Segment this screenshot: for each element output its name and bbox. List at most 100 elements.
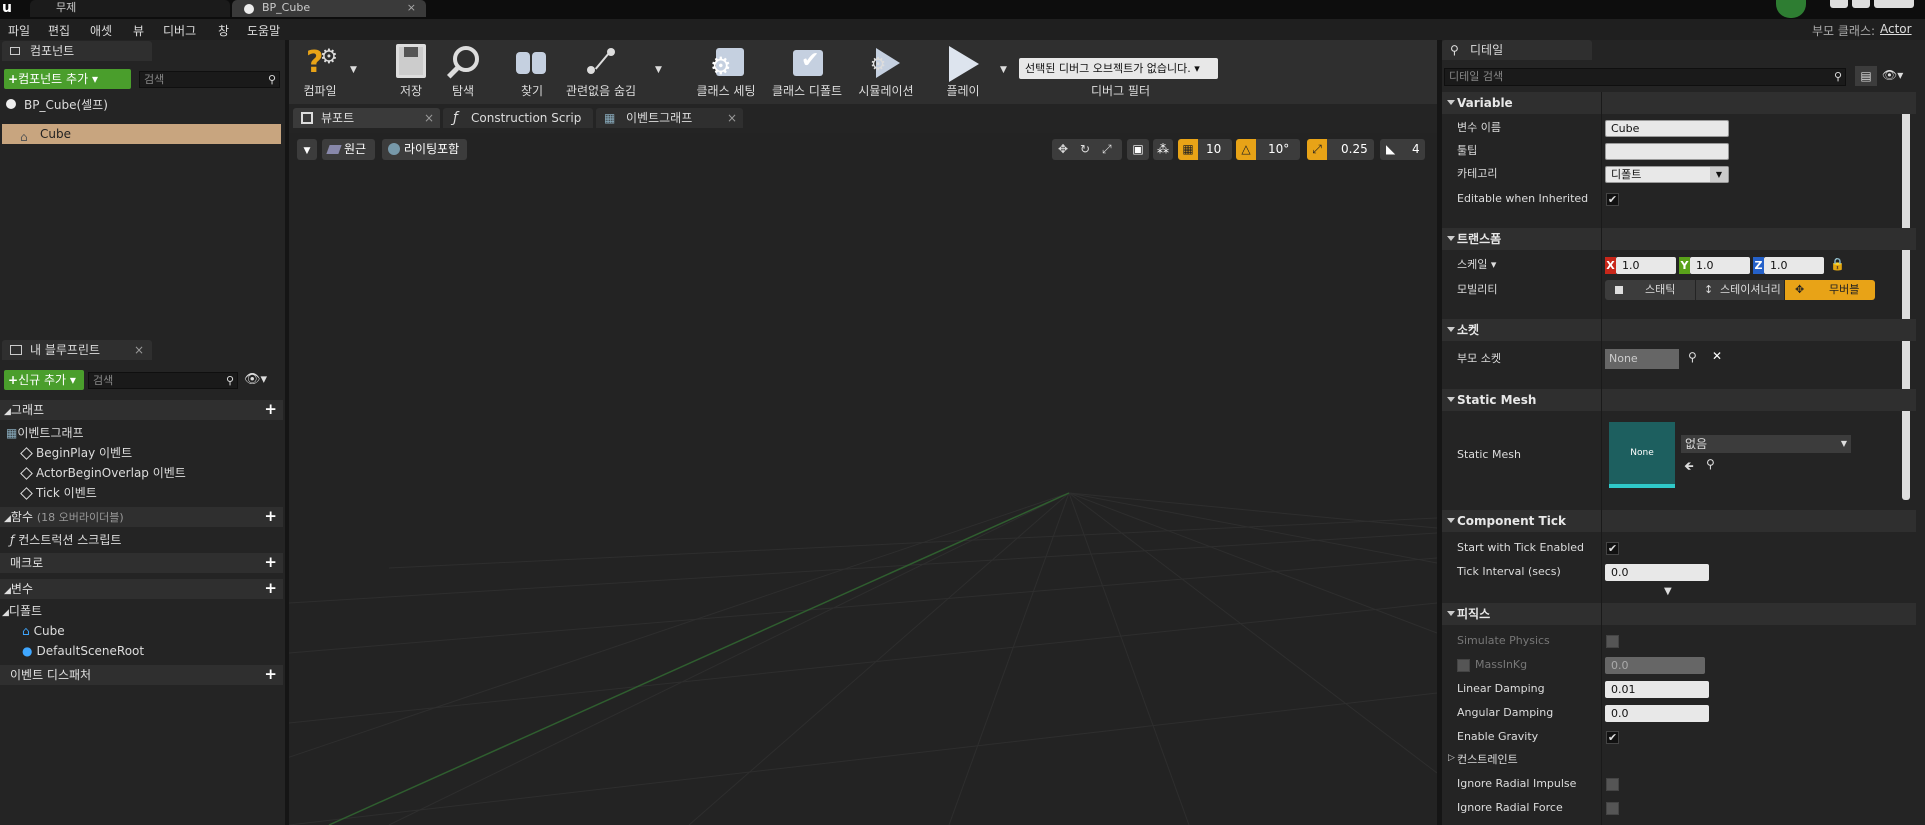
parent-socket-field[interactable]: None — [1605, 349, 1679, 369]
rotation-snap-value[interactable]: 10° — [1268, 139, 1289, 160]
search-socket-icon[interactable]: ⚲ — [1688, 350, 1697, 364]
component-item-cube[interactable]: ⌂ Cube — [2, 124, 281, 144]
browse-button[interactable]: 탐색 — [443, 44, 483, 99]
section-sockets[interactable]: 소켓 — [1442, 319, 1916, 341]
close-tab-icon[interactable]: × — [727, 108, 737, 128]
simulate-physics-checkbox[interactable] — [1606, 635, 1619, 648]
rotation-snap-icon[interactable]: △ — [1236, 139, 1256, 160]
section-functions[interactable]: ◢함수 (18 오버라이더블) + — [0, 507, 283, 527]
tab-untitled[interactable]: 무제 — [30, 0, 230, 17]
tab-event-graph[interactable]: ▦ 이벤트그래프 × — [596, 108, 743, 128]
tab-construction-script[interactable]: ƒ Construction Scrip — [443, 108, 593, 128]
play-options-dropdown[interactable]: ▼ — [1000, 65, 1007, 75]
viewport[interactable] — [289, 133, 1437, 825]
use-selected-icon[interactable]: 🡸 — [1684, 457, 1694, 478]
section-transform[interactable]: 트랜스폼 — [1442, 228, 1916, 250]
menu-help[interactable]: 도움말 — [247, 22, 280, 39]
compile-button[interactable]: ? ⚙ 컴파일 — [295, 44, 345, 99]
scale-icon[interactable]: ⤢ — [1102, 139, 1112, 160]
add-function-icon[interactable]: + — [264, 509, 277, 524]
scale-y-input[interactable]: 1.0 — [1690, 257, 1750, 274]
rotation-snap-group[interactable]: △ 10° — [1236, 139, 1300, 160]
hide-unrelated-button[interactable]: 관련없음 숨김 — [565, 44, 637, 99]
component-search-input[interactable]: 검색 ⚲ — [139, 71, 280, 88]
close-tab-icon[interactable]: × — [424, 108, 434, 128]
view-options-icon[interactable]: 👁▾ — [1882, 68, 1903, 82]
minimize-icon[interactable] — [1830, 0, 1848, 8]
section-physics[interactable]: 피직스 — [1442, 603, 1916, 625]
enable-gravity-checkbox[interactable]: ✔ — [1606, 731, 1619, 744]
category-dropdown[interactable]: 디폴트 ▼ — [1605, 166, 1729, 183]
menu-view[interactable]: 뷰 — [133, 22, 144, 39]
save-button[interactable]: 저장 — [393, 44, 429, 99]
angular-damping-input[interactable]: 0.0 — [1605, 705, 1709, 722]
debug-object-dropdown[interactable]: 선택된 디버그 오브젝트가 없습니다. ▾ — [1019, 58, 1218, 79]
scale-z-input[interactable]: 1.0 — [1764, 257, 1824, 274]
scale-snap-icon[interactable]: ⤢ — [1307, 139, 1327, 160]
component-root[interactable]: BP_Cube(셀프) — [6, 96, 108, 114]
menu-debug[interactable]: 디버그 — [163, 22, 196, 39]
section-component-tick[interactable]: Component Tick — [1442, 510, 1916, 532]
view-options-icon[interactable]: 👁▾ — [244, 372, 267, 387]
world-local-toggle[interactable]: ▣ — [1127, 139, 1149, 160]
class-settings-button[interactable]: ⚙ 클래스 세팅 — [693, 44, 759, 99]
add-macro-icon[interactable]: + — [264, 555, 277, 570]
section-event-dispatchers[interactable]: 이벤트 디스패처 + — [0, 665, 283, 685]
ignore-radial-impulse-checkbox[interactable] — [1606, 778, 1619, 791]
class-defaults-button[interactable]: ✔ 클래스 디폴트 — [769, 44, 845, 99]
grid-snap-icon[interactable]: ▦ — [1178, 139, 1198, 160]
event-graph-item[interactable]: ▦이벤트그래프 — [6, 424, 84, 442]
section-graphs[interactable]: ◢그래프 + — [0, 400, 283, 420]
ignore-radial-force-checkbox[interactable] — [1606, 802, 1619, 815]
mass-override-checkbox[interactable] — [1457, 659, 1470, 672]
source-control-icon[interactable] — [1776, 0, 1806, 18]
details-search-input[interactable]: 디테일 검색 ⚲ — [1444, 68, 1846, 86]
add-variable-icon[interactable]: + — [264, 581, 277, 596]
event-beginplay[interactable]: BeginPlay 이벤트 — [20, 444, 132, 462]
surface-snap-toggle[interactable]: ⁂ — [1153, 139, 1173, 160]
compile-options-dropdown[interactable]: ▼ — [350, 65, 357, 75]
scale-x-input[interactable]: 1.0 — [1616, 257, 1676, 274]
variable-cube[interactable]: ⌂ Cube — [22, 622, 65, 640]
variable-name-input[interactable]: Cube — [1605, 120, 1729, 137]
menu-edit[interactable]: 편집 — [48, 22, 70, 39]
tab-viewport[interactable]: 뷰포트 × — [293, 108, 440, 128]
tab-components[interactable]: 컴포넌트 — [2, 41, 152, 61]
advanced-expand-icon[interactable]: ▼ — [1664, 586, 1672, 597]
view-mode-button[interactable]: 라이팅포함 — [382, 139, 467, 160]
mobility-stationary-button[interactable]: ↕ 스테이셔너리 — [1696, 280, 1784, 300]
details-column-divider[interactable] — [1601, 92, 1602, 825]
menu-asset[interactable]: 애셋 — [90, 22, 112, 39]
event-actorbeginoverlap[interactable]: ActorBeginOverlap 이벤트 — [20, 464, 186, 482]
start-with-tick-checkbox[interactable]: ✔ — [1606, 542, 1619, 555]
section-variable[interactable]: Variable — [1442, 92, 1916, 114]
lock-icon[interactable]: 🔒 — [1830, 257, 1845, 271]
scale-snap-group[interactable]: ⤢ 0.25 — [1307, 139, 1374, 160]
add-dispatcher-icon[interactable]: + — [264, 667, 277, 682]
transform-tools[interactable]: ✥ ↻ ⤢ — [1052, 139, 1122, 160]
section-variables[interactable]: ◢변수 + — [0, 579, 283, 599]
viewport-options-button[interactable]: ▼ — [297, 139, 317, 160]
section-macros[interactable]: 매크로 + — [0, 553, 283, 573]
grid-snap-group[interactable]: ▦ 10 — [1178, 139, 1232, 160]
close-window-icon[interactable] — [1874, 0, 1914, 8]
tab-my-blueprint[interactable]: 내 블루프린트 × — [2, 340, 152, 360]
scale-snap-value[interactable]: 0.25 — [1341, 139, 1368, 160]
property-matrix-icon[interactable]: ▤ — [1855, 66, 1877, 86]
construction-script-item[interactable]: ƒ 컨스트럭션 스크립트 — [10, 531, 121, 549]
browse-asset-icon[interactable]: ⚲ — [1706, 457, 1715, 471]
window-controls[interactable] — [1820, 0, 1925, 10]
tab-bp-cube[interactable]: BP_Cube × — [232, 0, 426, 17]
translate-icon[interactable]: ✥ — [1058, 139, 1068, 160]
variable-defaultsceneroot[interactable]: ● DefaultSceneRoot — [22, 642, 144, 660]
static-mesh-thumbnail[interactable]: None — [1609, 422, 1675, 488]
hide-unrelated-dropdown[interactable]: ▼ — [655, 65, 662, 75]
menu-file[interactable]: 파일 — [8, 22, 30, 39]
close-tab-icon[interactable]: × — [134, 340, 144, 360]
mobility-static-button[interactable]: 스태틱 — [1605, 280, 1695, 300]
blueprint-search-input[interactable]: 검색 ⚲ — [88, 372, 238, 389]
menu-window[interactable]: 창 — [218, 22, 229, 39]
row-constraints[interactable]: ▷ 컨스트레인트 — [1442, 749, 1916, 771]
camera-speed-button[interactable]: ◣ 4 — [1380, 139, 1425, 160]
static-mesh-dropdown[interactable]: 없음 ▼ — [1681, 435, 1851, 453]
